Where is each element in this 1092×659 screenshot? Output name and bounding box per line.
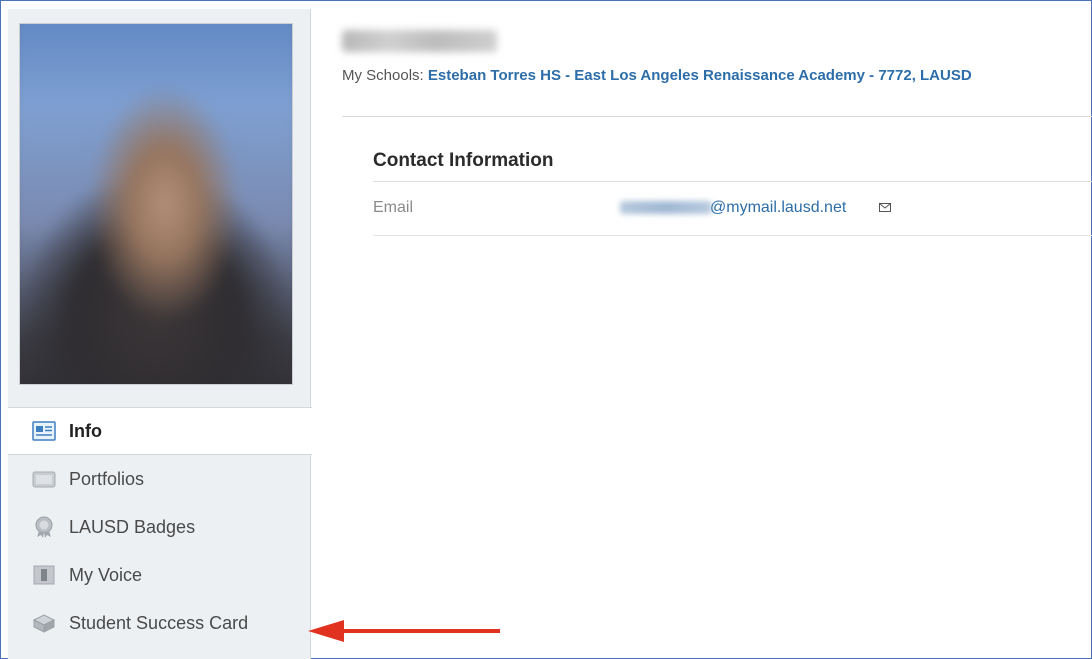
sidebar-item-label: LAUSD Badges <box>69 516 196 537</box>
sidebar-nav: Info Portfolios LAUSD Badges My Voice St… <box>8 407 312 647</box>
email-label: Email <box>373 199 414 216</box>
info-card-icon <box>31 420 57 442</box>
success-card-icon <box>31 612 57 634</box>
profile-name-redacted <box>342 30 497 52</box>
profile-photo <box>19 23 293 385</box>
sidebar-item-student-success-card[interactable]: Student Success Card <box>8 599 310 647</box>
voice-icon <box>31 564 57 586</box>
portfolio-icon <box>31 468 57 490</box>
header-divider <box>342 116 1092 117</box>
email-link[interactable]: @mymail.lausd.net <box>710 199 846 217</box>
contact-information-heading: Contact Information <box>373 150 554 171</box>
sidebar-item-lausd-badges[interactable]: LAUSD Badges <box>8 503 310 551</box>
sidebar-item-info[interactable]: Info <box>8 407 312 455</box>
sidebar-item-my-voice[interactable]: My Voice <box>8 551 310 599</box>
my-schools-label: My Schools: <box>342 67 424 84</box>
badge-icon <box>31 516 57 538</box>
contact-row-divider <box>373 235 1092 236</box>
mail-icon[interactable] <box>879 203 891 212</box>
my-schools-line: My Schools: Esteban Torres HS - East Los… <box>342 67 972 84</box>
sidebar-item-label: Info <box>69 420 102 441</box>
school-link[interactable]: Esteban Torres HS - East Los Angeles Ren… <box>428 67 912 84</box>
red-arrow-annotation <box>308 620 500 642</box>
sidebar-item-label: My Voice <box>69 564 143 585</box>
profile-photo-blurred <box>20 24 292 384</box>
sidebar: Info Portfolios LAUSD Badges My Voice St… <box>8 9 312 659</box>
main-content: My Schools: Esteban Torres HS - East Los… <box>342 0 1092 659</box>
sidebar-item-label: Portfolios <box>69 468 145 489</box>
email-user-redacted <box>620 201 712 214</box>
school-more[interactable]: , LAUSD <box>912 67 972 84</box>
contact-divider <box>373 181 1092 182</box>
sidebar-item-label: Student Success Card <box>69 612 249 633</box>
sidebar-item-portfolios[interactable]: Portfolios <box>8 455 310 503</box>
